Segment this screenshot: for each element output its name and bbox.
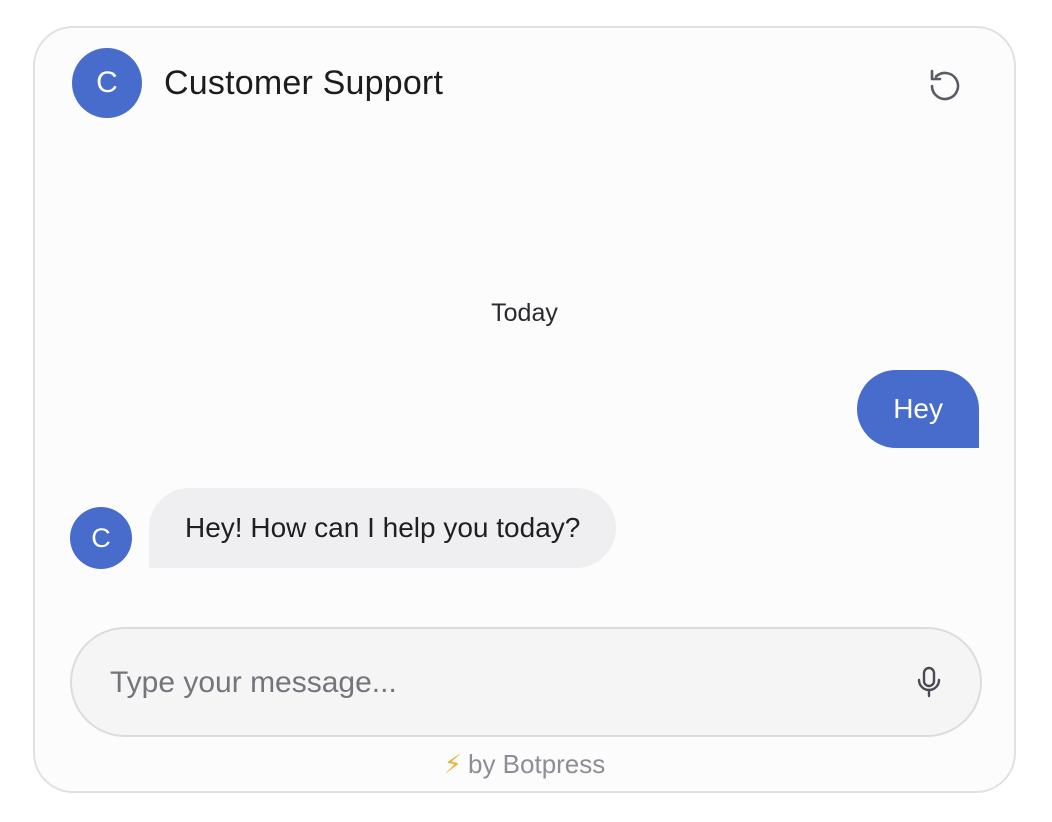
bot-message-text: Hey! How can I help you today? bbox=[185, 512, 581, 543]
powered-by-footer: ⚡ by Botpress bbox=[35, 749, 1014, 780]
bot-avatar: C bbox=[72, 48, 142, 118]
chat-title: Customer Support bbox=[164, 64, 444, 102]
bot-message-avatar: C bbox=[70, 507, 132, 569]
message-composer bbox=[70, 627, 982, 737]
bot-avatar-letter: C bbox=[96, 66, 118, 99]
user-message-bubble: Hey bbox=[857, 370, 979, 448]
lightning-bolt-icon: ⚡ bbox=[443, 749, 462, 779]
botpress-link[interactable]: by Botpress bbox=[468, 749, 605, 779]
chat-header: C Customer Support bbox=[35, 28, 1014, 138]
bot-message-avatar-letter: C bbox=[91, 522, 111, 553]
chat-widget: C Customer Support Today Hey C Hey! How … bbox=[33, 26, 1016, 793]
bot-message-bubble: Hey! How can I help you today? bbox=[149, 488, 617, 568]
message-input[interactable] bbox=[108, 629, 892, 737]
refresh-icon[interactable] bbox=[925, 66, 965, 106]
date-separator: Today bbox=[491, 299, 558, 327]
user-message-text: Hey bbox=[893, 393, 943, 424]
microphone-icon[interactable] bbox=[912, 665, 946, 699]
